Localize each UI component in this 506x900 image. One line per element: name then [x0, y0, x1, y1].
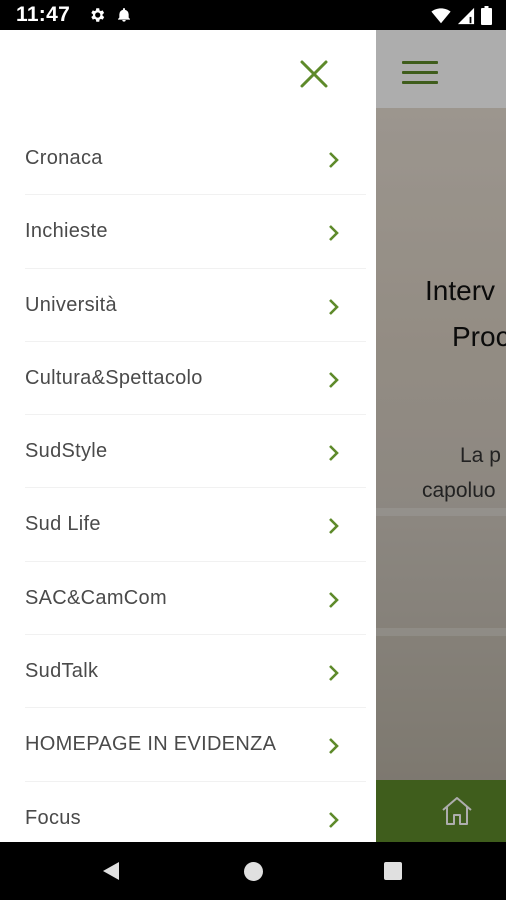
menu-item-label: SAC&CamCom: [25, 586, 167, 609]
menu-item-label: SudTalk: [25, 660, 99, 683]
status-bar: 11:47: [0, 0, 506, 30]
menu-list: Cronaca Inchieste Università Cultura&Spe…: [0, 122, 376, 842]
chevron-right-icon: [329, 518, 339, 535]
menu-item-label: Cronaca: [25, 147, 103, 169]
chevron-right-icon: [329, 738, 339, 755]
menu-item-label: Sud Life: [25, 513, 101, 536]
navigation-drawer: Cronaca Inchieste Università Cultura&Spe…: [0, 30, 376, 842]
menu-item-cronaca[interactable]: Cronaca: [0, 122, 376, 196]
menu-item-sud-life[interactable]: Sud Life: [0, 488, 376, 563]
status-right-icons: [431, 6, 492, 25]
status-time: 11:47: [16, 3, 71, 26]
chevron-right-icon: [329, 665, 339, 681]
menu-item-label: SudStyle: [25, 440, 108, 463]
menu-item-focus[interactable]: Focus: [0, 782, 376, 842]
recents-square-icon[interactable]: [384, 862, 402, 880]
chevron-right-icon: [329, 591, 339, 608]
chevron-right-icon: [329, 811, 339, 828]
menu-item-sac-camcom[interactable]: SAC&CamCom: [0, 562, 376, 636]
chevron-right-icon: [329, 445, 339, 462]
status-left-icons: [88, 6, 132, 24]
chevron-right-icon: [329, 225, 339, 242]
gear-icon: [91, 8, 105, 22]
back-icon[interactable]: [100, 860, 122, 882]
menu-item-sudtalk[interactable]: SudTalk: [0, 635, 376, 709]
chevron-right-icon: [329, 371, 339, 388]
menu-item-cultura-spettacolo[interactable]: Cultura&Spettacolo: [0, 342, 376, 416]
menu-item-label: Università: [25, 293, 117, 316]
system-nav-bar: [0, 842, 506, 900]
close-icon[interactable]: [298, 58, 330, 90]
notification-bell-icon: [118, 8, 130, 22]
chevron-right-icon: [329, 298, 339, 315]
battery-icon: [481, 6, 492, 25]
menu-item-homepage-in-evidenza[interactable]: HOMEPAGE IN EVIDENZA: [0, 708, 376, 782]
menu-item-label: HOMEPAGE IN EVIDENZA: [25, 733, 277, 756]
menu-item-label: Cultura&Spettacolo: [25, 366, 203, 389]
menu-item-label: Focus: [25, 806, 81, 829]
menu-item-label: Inchieste: [25, 220, 108, 243]
home-circle-icon[interactable]: [244, 862, 263, 881]
chevron-right-icon: [329, 152, 339, 168]
wifi-icon: [431, 7, 451, 23]
menu-item-universita[interactable]: Università: [0, 269, 376, 343]
menu-item-sudstyle[interactable]: SudStyle: [0, 415, 376, 489]
cell-signal-icon: [457, 7, 475, 24]
menu-item-inchieste[interactable]: Inchieste: [0, 195, 376, 269]
